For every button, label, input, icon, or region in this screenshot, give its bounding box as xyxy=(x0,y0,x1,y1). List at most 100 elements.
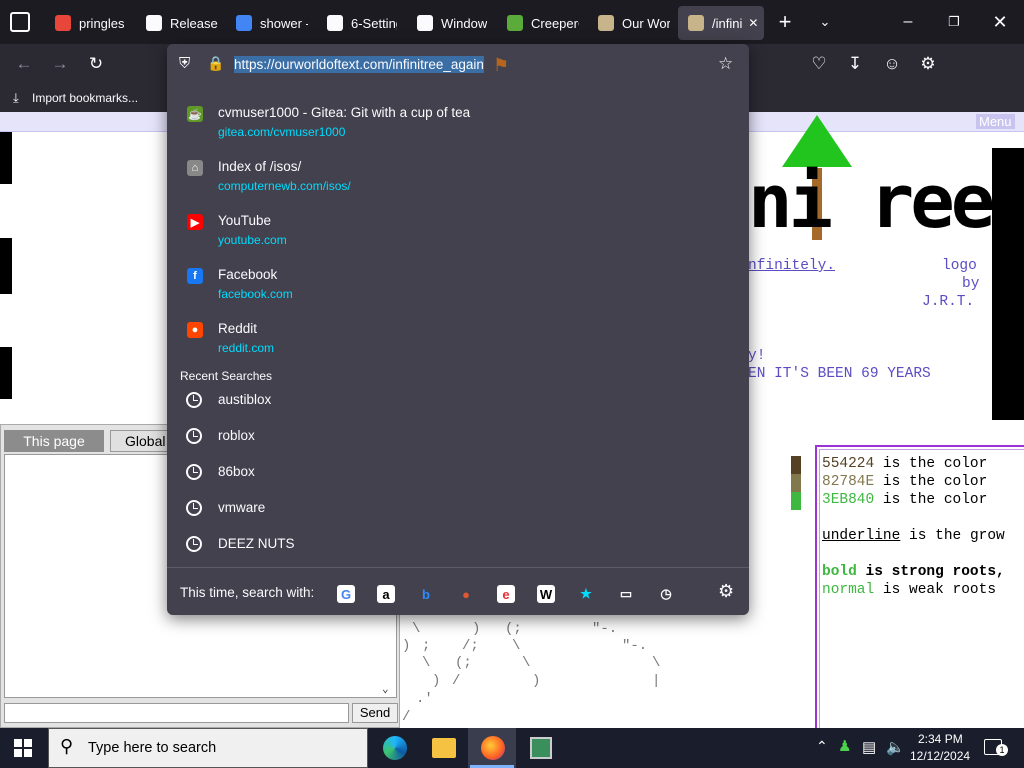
app-icon[interactable] xyxy=(530,737,552,759)
minimize-button[interactable]: – xyxy=(896,10,920,34)
tab-5[interactable]: CreeperC xyxy=(497,6,579,40)
url-suggestion-row[interactable]: ● Reddit reddit.com xyxy=(167,316,749,368)
account-icon[interactable]: ☺ xyxy=(880,52,904,76)
network-icon[interactable]: ▤ xyxy=(862,738,876,756)
reddit-icon: ● xyxy=(187,322,203,338)
legend-line: 82784E is the color xyxy=(822,474,987,490)
chat-tab-this-page[interactable]: This page xyxy=(4,430,104,452)
extensions-icon[interactable]: ⚙ xyxy=(916,52,940,76)
volume-icon[interactable]: 🔈 xyxy=(886,738,905,756)
url-suggestion-row[interactable]: f Facebook facebook.com xyxy=(167,262,749,314)
bookmark-star-icon[interactable]: ☆ xyxy=(718,54,733,74)
import-bookmarks-link[interactable]: Import bookmarks... xyxy=(32,91,138,105)
svg-text:"-.: "-. xyxy=(592,621,617,637)
svg-text:|: | xyxy=(652,673,660,689)
google-icon[interactable]: G xyxy=(337,585,355,603)
svg-text:.': .' xyxy=(416,691,433,707)
new-tab-button[interactable]: + xyxy=(773,10,797,34)
edge-icon[interactable] xyxy=(383,736,407,760)
popup-divider xyxy=(167,567,749,568)
url-suggestion-row[interactable]: ☕ cvmuser1000 - Gitea: Git with a cup of … xyxy=(167,100,749,152)
tab-list-icon[interactable] xyxy=(10,12,30,32)
lock-icon[interactable]: 🔒 xyxy=(207,55,224,72)
tab-label: 6-Setting xyxy=(351,15,397,31)
downloads-icon[interactable]: ↧ xyxy=(843,52,867,76)
wikipedia-icon[interactable]: W xyxy=(537,585,555,603)
bing-icon[interactable]: b xyxy=(417,585,435,603)
url-suggestion-row[interactable]: ⌂ Index of /isos/computernewb.com/isos/ xyxy=(167,154,749,206)
suggestion-title: Index of /isos/ xyxy=(218,159,302,174)
tab-4[interactable]: Windows xyxy=(407,6,487,40)
shield-icon[interactable]: ⛨ xyxy=(179,55,190,72)
tab-1[interactable]: Release 8 xyxy=(136,6,218,40)
infinitree-logo-text: ni ree xyxy=(748,159,995,245)
pocket-icon[interactable]: ♡ xyxy=(807,52,831,76)
bookmarks-icon[interactable]: ★ xyxy=(577,585,595,603)
legend-text: is the color xyxy=(874,456,988,472)
svg-text:\: \ xyxy=(512,638,520,654)
tab-0[interactable]: pringles xyxy=(45,6,127,40)
firefox-icon[interactable] xyxy=(481,736,505,760)
reload-button[interactable]: ↻ xyxy=(84,52,108,76)
windows-start-icon[interactable] xyxy=(14,739,32,757)
owot-menu-button[interactable]: Menu xyxy=(976,114,1015,129)
tab-7[interactable]: /infini ✕ xyxy=(678,6,764,40)
suggestion-url: youtube.com xyxy=(218,233,287,247)
tab-label: CreeperC xyxy=(531,15,579,31)
close-tab-icon[interactable]: ✕ xyxy=(748,16,758,30)
infinitely-text: nfinitely. xyxy=(748,258,836,274)
clock-date[interactable]: 12/12/2024 xyxy=(910,749,970,763)
legend-text: is the grow xyxy=(900,528,1005,544)
close-window-button[interactable]: ✕ xyxy=(988,10,1012,34)
svg-text:/: / xyxy=(402,709,410,725)
gitea-icon: ☕ xyxy=(187,106,203,122)
svg-text:): ) xyxy=(432,673,440,689)
file-explorer-icon[interactable] xyxy=(432,738,456,758)
legend-color-code: 82784E xyxy=(822,474,875,490)
tabs-icon[interactable]: ▭ xyxy=(617,585,635,603)
chat-tab-global[interactable]: Global xyxy=(110,430,170,452)
people-icon[interactable]: ♟ xyxy=(838,737,851,755)
recent-search-text: vmware xyxy=(218,500,266,515)
facebook-icon: f xyxy=(187,268,203,284)
url-input-row[interactable]: ⛨ 🔒 https://ourworldoftext.com/infinitre… xyxy=(167,44,749,86)
svg-text:): ) xyxy=(532,673,540,689)
chat-scroll-chevron-icon[interactable]: ⌄ xyxy=(382,682,389,696)
suggestion-url: gitea.com/cvmuser1000 xyxy=(218,125,346,139)
search-settings-gear-icon[interactable]: ⚙ xyxy=(718,581,734,602)
tab-3[interactable]: 6-Setting xyxy=(317,6,397,40)
tab-overflow-chevron-icon[interactable]: ⌄ xyxy=(813,10,837,34)
tab-2[interactable]: shower - xyxy=(226,6,308,40)
left-decoration xyxy=(0,238,12,294)
url-suggestion-row[interactable]: ▶ YouTube youtube.com xyxy=(167,208,749,260)
recent-search-row[interactable]: austiblox xyxy=(167,382,749,418)
maximize-button[interactable]: ❐ xyxy=(942,10,966,34)
recent-search-row[interactable]: 86box xyxy=(167,454,749,490)
chat-send-button[interactable]: Send xyxy=(352,703,398,723)
cursor-pointer-icon: ⚑ xyxy=(493,55,510,75)
recent-search-row[interactable]: roblox xyxy=(167,418,749,454)
recent-search-row[interactable]: vmware xyxy=(167,490,749,526)
tab-bar: pringles Release 8 shower - 6-Setting Window… xyxy=(0,0,1024,44)
recent-search-row[interactable]: DEEZ NUTS xyxy=(167,526,749,562)
history-icon[interactable]: ◷ xyxy=(657,585,675,603)
chromium-icon xyxy=(55,15,71,31)
svg-text:): ) xyxy=(472,621,480,637)
chevron-up-icon[interactable]: ⌃ xyxy=(816,738,828,755)
recent-search-text: 86box xyxy=(218,464,255,479)
back-button[interactable]: ← xyxy=(12,52,36,76)
chat-input[interactable] xyxy=(4,703,349,723)
url-input[interactable]: https://ourworldoftext.com/infinitree_ag… xyxy=(234,56,484,73)
legend-text: is weak roots xyxy=(874,582,997,598)
tab-6[interactable]: Our Worl xyxy=(588,6,670,40)
forward-button[interactable]: → xyxy=(48,52,72,76)
legend-line: normal is weak roots xyxy=(822,582,996,598)
legend-text: is the color xyxy=(874,492,988,508)
computer-icon: ⌂ xyxy=(187,160,203,176)
duckduckgo-icon[interactable]: ● xyxy=(457,585,475,603)
amazon-icon[interactable]: a xyxy=(377,585,395,603)
ebay-icon[interactable]: e xyxy=(497,585,515,603)
clock-time[interactable]: 2:34 PM xyxy=(918,732,963,746)
bold-word: bold xyxy=(822,564,857,580)
history-clock-icon xyxy=(186,464,202,480)
